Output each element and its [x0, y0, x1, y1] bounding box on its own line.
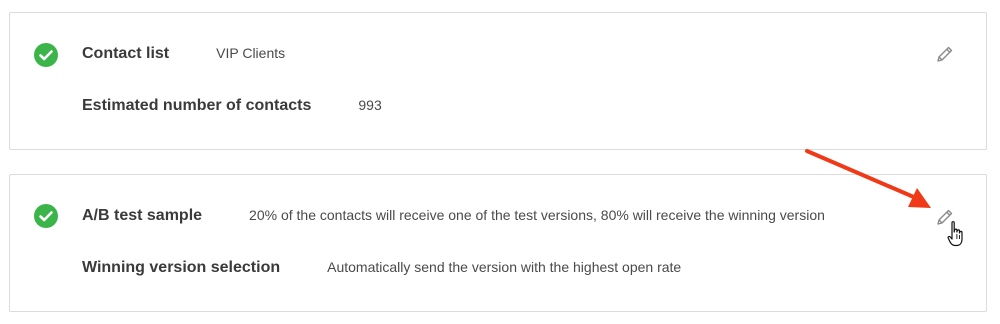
- contact-list-value: VIP Clients: [216, 45, 286, 61]
- winning-version-value: Automatically send the version with the …: [327, 259, 682, 275]
- pencil-icon[interactable]: [935, 207, 955, 227]
- winning-version-row: Winning version selection Automatically …: [82, 259, 681, 277]
- ab-test-sample-row: A/B test sample 20% of the contacts will…: [82, 207, 825, 225]
- check-circle-icon: [34, 43, 58, 67]
- contact-list-card: Contact list VIP Clients Estimated numbe…: [9, 12, 987, 150]
- winning-version-label: Winning version selection: [82, 259, 281, 276]
- check-circle-icon: [34, 204, 58, 228]
- ab-test-card: A/B test sample 20% of the contacts will…: [9, 174, 987, 312]
- ab-test-sample-value: 20% of the contacts will receive one of …: [249, 207, 825, 223]
- estimated-contacts-row: Estimated number of contacts 993: [82, 97, 382, 115]
- pencil-icon[interactable]: [935, 44, 955, 64]
- estimated-contacts-label: Estimated number of contacts: [82, 97, 312, 114]
- ab-test-sample-label: A/B test sample: [82, 207, 203, 224]
- contact-list-row: Contact list VIP Clients: [82, 45, 285, 63]
- estimated-contacts-value: 993: [358, 97, 382, 113]
- contact-list-label: Contact list: [82, 45, 170, 62]
